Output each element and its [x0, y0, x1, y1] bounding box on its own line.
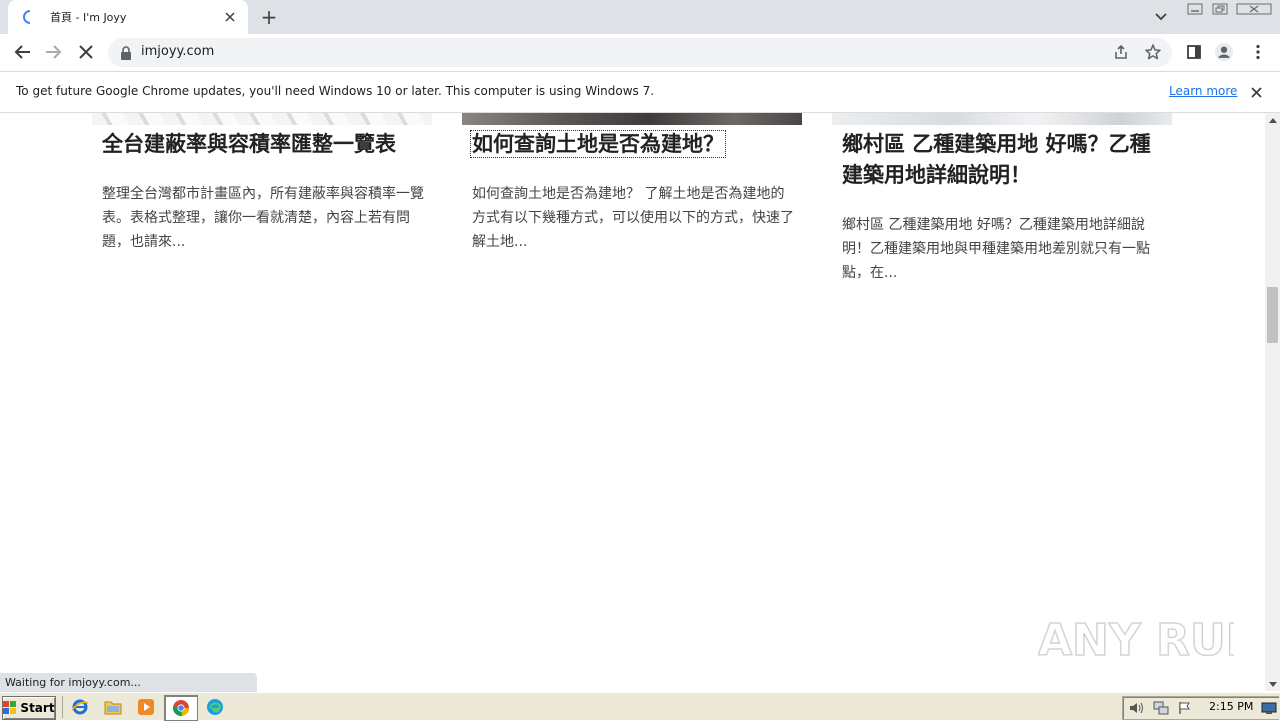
share-icon[interactable]: [1112, 43, 1130, 61]
learn-more-link[interactable]: Learn more: [1169, 84, 1237, 98]
action-center-flag-icon[interactable]: [1177, 700, 1193, 716]
status-bubble: Waiting for imjoyy.com...: [0, 673, 257, 692]
arrow-left-icon: [14, 45, 30, 59]
article-title[interactable]: 鄉村區 乙種建築用地 好嗎？乙種建築用地詳細說明！: [842, 129, 1162, 191]
windows-logo-icon: [3, 701, 17, 714]
volume-icon[interactable]: [1129, 700, 1145, 716]
star-icon[interactable]: [1144, 43, 1162, 61]
page-viewport: 全台建蔽率與容積率匯整一覽表 整理全台灣都市計畫區內，所有建蔽率與容積率一覽表。…: [0, 113, 1265, 691]
new-tab-button[interactable]: +: [258, 6, 280, 28]
anyrun-watermark: ANY RUN: [1038, 614, 1234, 667]
side-panel-icon[interactable]: [1184, 42, 1204, 62]
system-tray: 2:15 PM: [1122, 696, 1279, 720]
address-bar[interactable]: imjoyy.com: [108, 38, 1172, 67]
tab-strip: 首頁 - I'm Joyy +: [0, 0, 1280, 34]
arrow-right-icon: [46, 45, 62, 59]
browser-toolbar: imjoyy.com: [0, 34, 1280, 72]
article-excerpt: 整理全台灣都市計畫區內，所有建蔽率與容積率一覽表。表格式整理，讓你一看就清楚，內…: [102, 186, 424, 250]
stop-loading-icon: [79, 45, 93, 59]
show-desktop-icon[interactable]: [1261, 700, 1277, 716]
forward-button[interactable]: [40, 38, 68, 66]
update-infobar: To get future Google Chrome updates, you…: [0, 72, 1280, 113]
scroll-down-arrow-icon[interactable]: [1265, 677, 1280, 691]
media-player-icon[interactable]: [136, 697, 156, 717]
windows-taskbar: Start 2:15 PM: [0, 692, 1280, 721]
taskbar-clock[interactable]: 2:15 PM: [1209, 700, 1253, 713]
tab-close-icon[interactable]: [222, 9, 238, 25]
kebab-menu-icon[interactable]: [1248, 42, 1268, 62]
watermark-text: ANY RUN: [1038, 615, 1234, 666]
edge-icon[interactable]: [205, 697, 225, 717]
taskbar-divider: [62, 696, 63, 718]
plus-icon: +: [260, 5, 278, 29]
tab-active[interactable]: 首頁 - I'm Joyy: [8, 0, 248, 34]
minimize-button[interactable]: [1184, 0, 1206, 18]
start-label: Start: [20, 701, 55, 715]
stop-loading-button[interactable]: [72, 38, 100, 66]
article-excerpt: 如何查詢土地是否為建地？ 了解土地是否為建地的方式有以下幾種方式，可以使用以下的…: [472, 186, 794, 250]
back-button[interactable]: [8, 38, 36, 66]
lock-icon[interactable]: [120, 45, 134, 60]
article-thumbnail[interactable]: [832, 113, 1172, 125]
scroll-up-arrow-icon[interactable]: [1265, 113, 1280, 127]
start-button[interactable]: Start: [2, 696, 56, 720]
chrome-icon: [173, 700, 190, 716]
file-explorer-icon[interactable]: [103, 697, 123, 717]
scrollbar-thumb[interactable]: [1267, 287, 1278, 343]
article-title-text[interactable]: 鄉村區 乙種建築用地 好嗎？乙種建築用地詳細說明！: [842, 132, 1151, 187]
vertical-scrollbar[interactable]: [1265, 113, 1280, 691]
article-title[interactable]: 全台建蔽率與容積率匯整一覽表: [102, 129, 422, 160]
article-title-text[interactable]: 全台建蔽率與容積率匯整一覽表: [102, 132, 396, 156]
restore-button[interactable]: [1209, 0, 1231, 18]
loading-spinner-icon: [22, 9, 38, 25]
tab-search-chevron-icon[interactable]: [1150, 6, 1172, 28]
article-thumbnail[interactable]: [462, 113, 802, 125]
infobar-close-icon[interactable]: [1248, 84, 1264, 100]
close-window-button[interactable]: [1234, 0, 1274, 18]
tab-title: 首頁 - I'm Joyy: [50, 11, 127, 24]
url-text[interactable]: imjoyy.com: [141, 44, 214, 59]
article-title[interactable]: 如何查詢土地是否為建地？: [470, 129, 792, 160]
profile-icon[interactable]: [1214, 42, 1234, 62]
internet-explorer-icon[interactable]: [70, 697, 90, 717]
article-excerpt: 鄉村區 乙種建築用地 好嗎？乙種建築用地詳細說明！乙種建築用地與甲種建築用地差別…: [842, 217, 1150, 281]
network-icon[interactable]: [1153, 700, 1169, 716]
article-title-text[interactable]: 如何查詢土地是否為建地？: [470, 130, 726, 158]
chrome-taskbar-button[interactable]: [164, 695, 198, 721]
infobar-message: To get future Google Chrome updates, you…: [16, 84, 655, 98]
article-thumbnail[interactable]: [92, 113, 432, 125]
